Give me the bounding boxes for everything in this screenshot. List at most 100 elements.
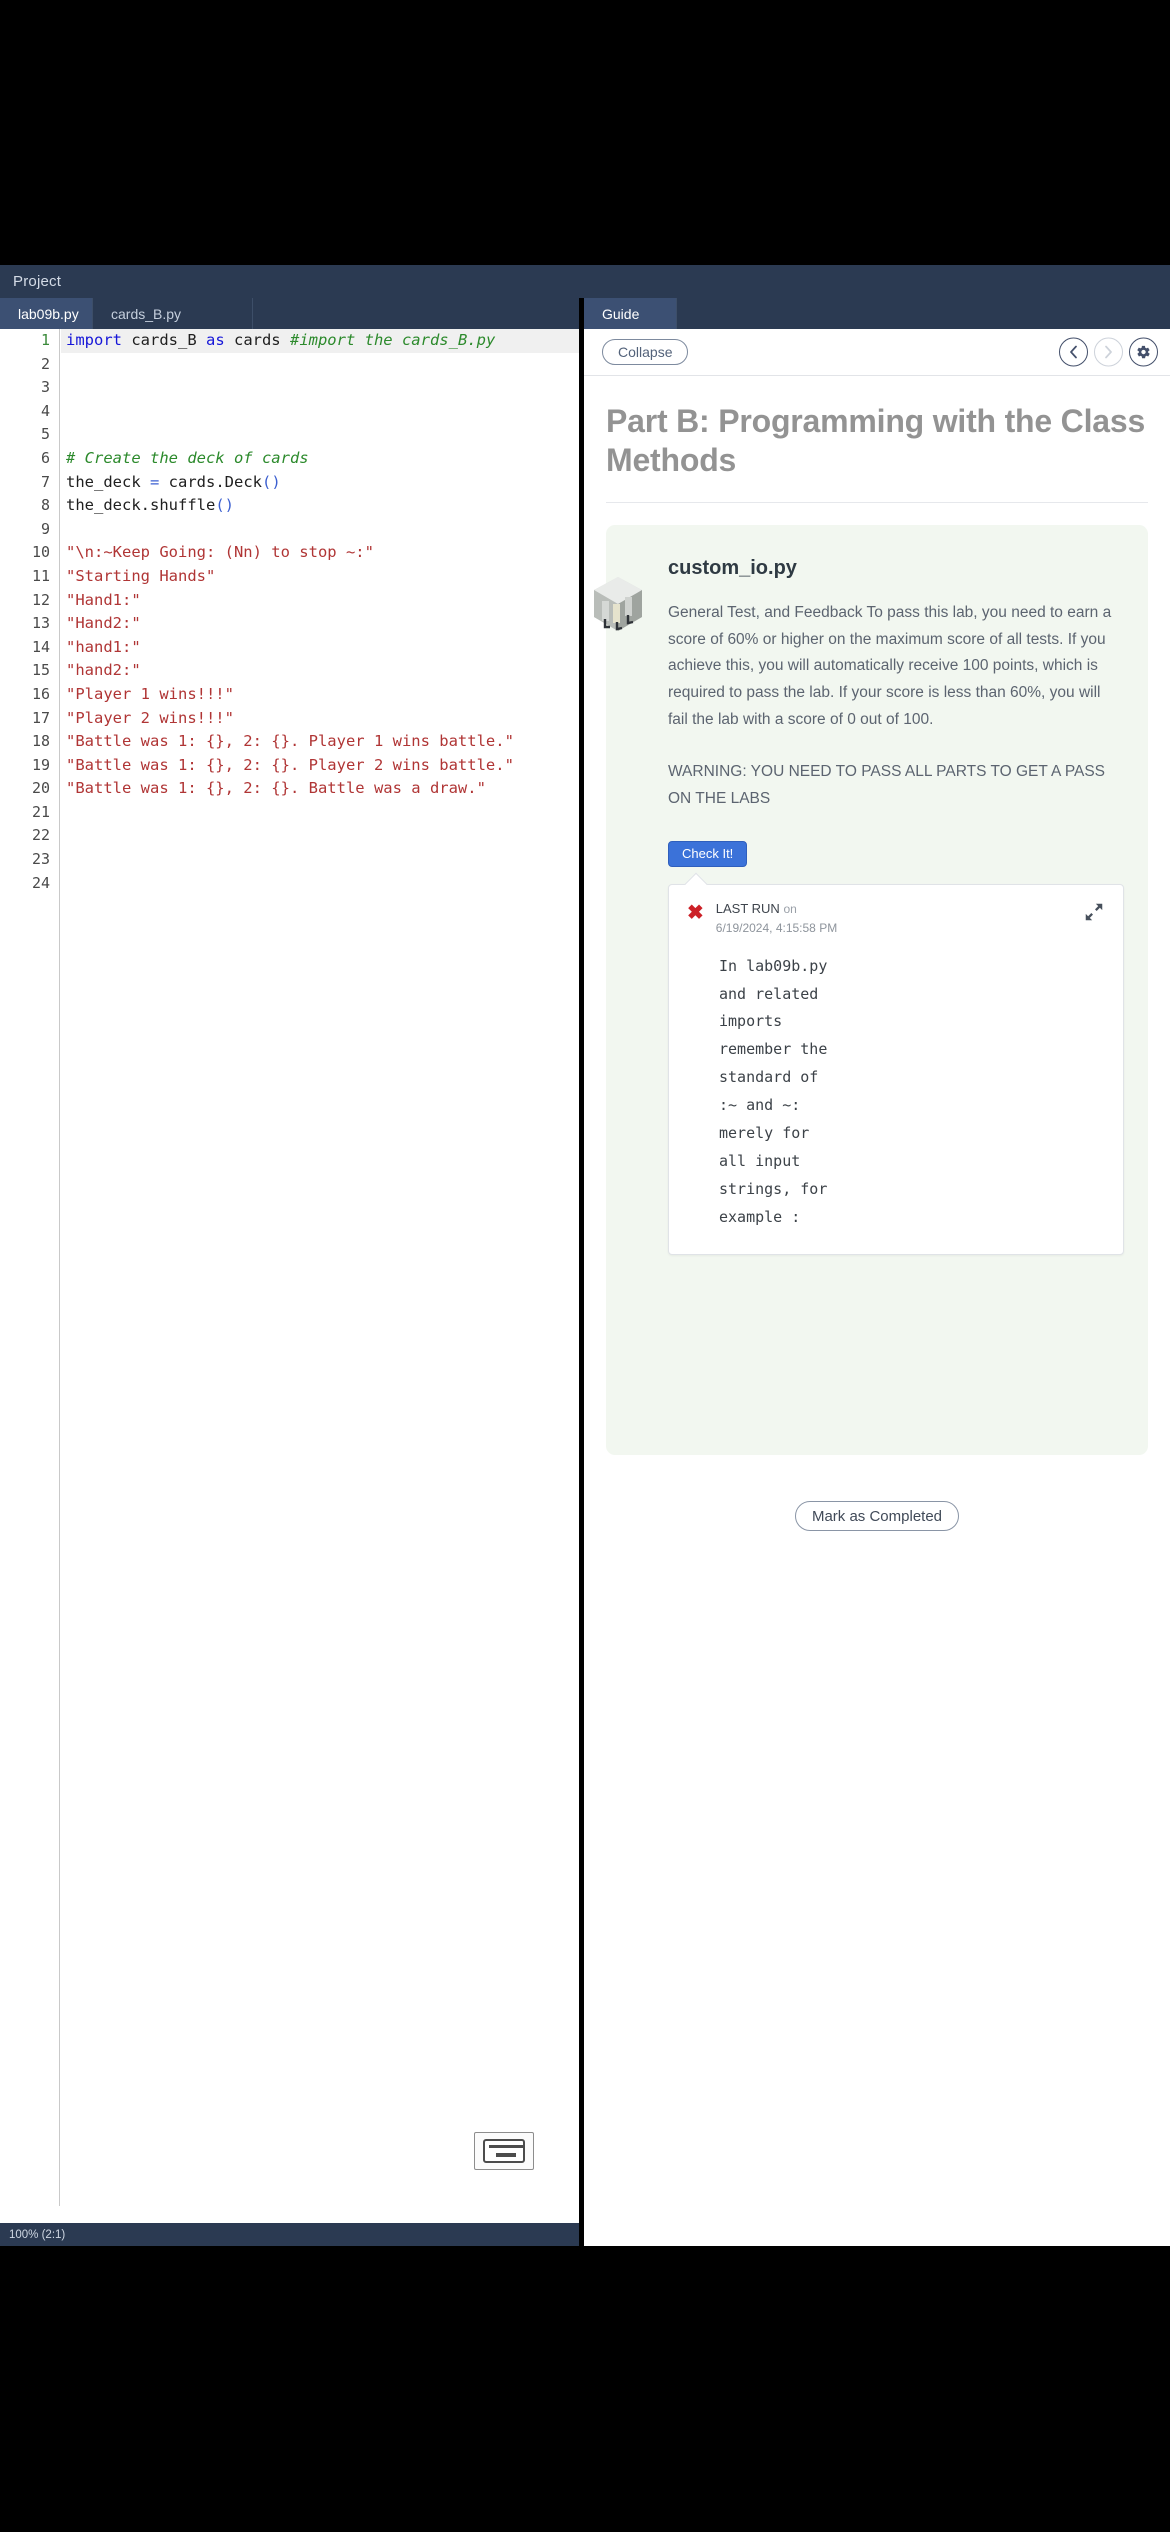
code-token: #import the cards_B.py	[289, 331, 496, 349]
code-line[interactable]: "Starting Hands"	[61, 565, 579, 589]
guide-toolbar: Collapse	[584, 329, 1170, 376]
code-line[interactable]: import cards_B as cards #import the card…	[61, 329, 579, 353]
card-paragraph-warning: WARNING: YOU NEED TO PASS ALL PARTS TO G…	[668, 763, 1106, 807]
code-editor[interactable]: 1 2 3 4 5 6 7 8 9 10 11 12 13 14 15 16 17 18 19 20 21 22 23 24 …	[0, 329, 579, 2206]
code-token: as	[205, 331, 234, 349]
guide-tab-filler	[677, 298, 1170, 329]
line-number: 17	[31, 708, 50, 727]
check-it-button[interactable]: Check It!	[668, 840, 748, 867]
code-line[interactable]	[61, 376, 579, 400]
line-number: 14	[31, 637, 50, 656]
error-x-icon: ✖	[687, 901, 704, 924]
prev-page-button[interactable]	[1059, 337, 1088, 367]
panel-caret	[684, 872, 708, 895]
code-token: "hand2:"	[66, 661, 141, 680]
code-line[interactable]	[61, 872, 579, 896]
keyboard-toggle-button[interactable]	[474, 2132, 534, 2170]
last-run-output: In lab09b.py and related imports remembe…	[719, 956, 828, 1226]
code-line[interactable]: # Create the deck of cards	[61, 447, 579, 471]
code-line[interactable]: "Player 1 wins!!!"	[61, 683, 579, 707]
code-line[interactable]: "Battle was 1: {}, 2: {}. Player 2 wins …	[61, 754, 579, 778]
line-number: 20	[31, 779, 50, 798]
code-line[interactable]: "Hand1:"	[61, 589, 579, 613]
tab-guide[interactable]: Guide	[584, 298, 677, 329]
line-number: 1	[40, 331, 50, 349]
editor-tab-bar: lab09b.py cards_B.py	[0, 298, 579, 329]
keyboard-icon	[483, 2139, 525, 2163]
code-token: "Player 2 wins!!!"	[66, 708, 234, 727]
code-line[interactable]	[61, 400, 579, 424]
line-number: 12	[31, 590, 50, 609]
tab-lab09b[interactable]: lab09b.py	[0, 298, 93, 329]
line-number: 10	[31, 543, 50, 562]
code-line[interactable]: "hand1:"	[61, 636, 579, 660]
code-token: cards	[233, 331, 290, 349]
code-line[interactable]: "Player 2 wins!!!"	[61, 707, 579, 731]
mark-as-completed-button[interactable]: Mark as Completed	[794, 1501, 960, 1532]
app-window: Project lab09b.py cards_B.py 1 2 3 4 5 6 7 8 9 10…	[0, 265, 1170, 2246]
line-number-gutter: 1 2 3 4 5 6 7 8 9 10 11 12 13 14 15 16 17 18 19 20 21 22 23 24	[0, 329, 60, 2206]
code-line[interactable]: "\n:~Keep Going: (Nn) to stop ~:"	[61, 541, 579, 565]
code-line[interactable]	[61, 801, 579, 825]
last-run-label: LAST RUN	[715, 900, 780, 916]
code-line[interactable]: "hand2:"	[61, 659, 579, 683]
line-number: 22	[31, 826, 50, 845]
code-line[interactable]	[61, 824, 579, 848]
code-token: "Battle was 1: {}, 2: {}. Player 1 wins …	[66, 732, 514, 751]
code-line[interactable]	[61, 518, 579, 542]
tab-bar-filler	[253, 298, 579, 329]
last-run-suffix: on	[783, 901, 797, 916]
guide-pane: Guide Collapse Part B: Programming with …	[584, 298, 1170, 2246]
code-line[interactable]: "Hand2:"	[61, 612, 579, 636]
code-line[interactable]	[61, 848, 579, 872]
line-number: 13	[31, 614, 50, 633]
chevron-right-icon	[1105, 345, 1112, 359]
gear-icon	[1137, 345, 1150, 359]
guide-nav-group	[1059, 337, 1158, 367]
code-token: cards_B	[131, 331, 206, 349]
line-number: 23	[31, 850, 50, 869]
code-token: "Battle was 1: {}, 2: {}. Player 2 wins …	[66, 755, 514, 774]
code-token: the_deck.shuffle	[66, 496, 216, 515]
chevron-left-icon	[1070, 345, 1077, 359]
code-token: "Player 1 wins!!!"	[66, 684, 234, 703]
code-token: "hand1:"	[66, 637, 141, 656]
settings-button[interactable]	[1129, 337, 1158, 367]
editor-pane: lab09b.py cards_B.py 1 2 3 4 5 6 7 8 9 10 11 12 13 14…	[0, 298, 584, 2246]
code-token: =	[150, 472, 169, 491]
code-token: ()	[215, 496, 234, 515]
line-number: 18	[31, 732, 50, 751]
expand-button[interactable]	[1083, 901, 1105, 923]
code-line[interactable]: the_deck.shuffle()	[61, 494, 579, 518]
page-title: Part B: Programming with the Class Metho…	[606, 403, 1146, 479]
collapse-button[interactable]: Collapse	[602, 339, 689, 365]
code-token: # Create the deck of cards	[66, 448, 309, 467]
code-line[interactable]	[61, 353, 579, 377]
code-line[interactable]: the_deck = cards.Deck()	[61, 471, 579, 495]
line-number: 8	[40, 496, 50, 515]
last-run-timestamp: 6/19/2024, 4:15:58 PM	[715, 920, 838, 935]
line-number: 6	[40, 448, 50, 467]
line-number: 4	[40, 401, 50, 420]
line-number: 21	[31, 802, 50, 821]
screen: Project lab09b.py cards_B.py 1 2 3 4 5 6 7 8 9 10…	[0, 0, 1170, 2532]
line-number: 19	[31, 755, 50, 774]
line-number: 3	[40, 378, 50, 397]
project-title-bar: Project	[0, 265, 1170, 298]
code-token: cards.Deck	[168, 472, 262, 491]
mark-completed-row: Mark as Completed	[606, 1501, 1148, 1532]
editor-status-bar: 100% (2:1)	[0, 2223, 579, 2246]
project-label: Project	[13, 273, 62, 290]
code-line[interactable]	[61, 423, 579, 447]
code-token: "Starting Hands"	[66, 566, 216, 585]
code-content[interactable]: import cards_B as cards #import the card…	[61, 329, 579, 2206]
next-page-button[interactable]	[1094, 337, 1123, 367]
card-paragraph-1: General Test, and Feedback To pass this …	[668, 604, 1112, 728]
title-divider	[606, 502, 1148, 504]
tab-cards-b[interactable]: cards_B.py	[93, 298, 253, 329]
card-title: custom_io.py	[668, 557, 797, 580]
code-line[interactable]: "Battle was 1: {}, 2: {}. Player 1 wins …	[61, 730, 579, 754]
code-line[interactable]: "Battle was 1: {}, 2: {}. Battle was a d…	[61, 777, 579, 801]
line-number: 15	[31, 661, 50, 680]
code-token: "Battle was 1: {}, 2: {}. Battle was a d…	[66, 779, 486, 798]
